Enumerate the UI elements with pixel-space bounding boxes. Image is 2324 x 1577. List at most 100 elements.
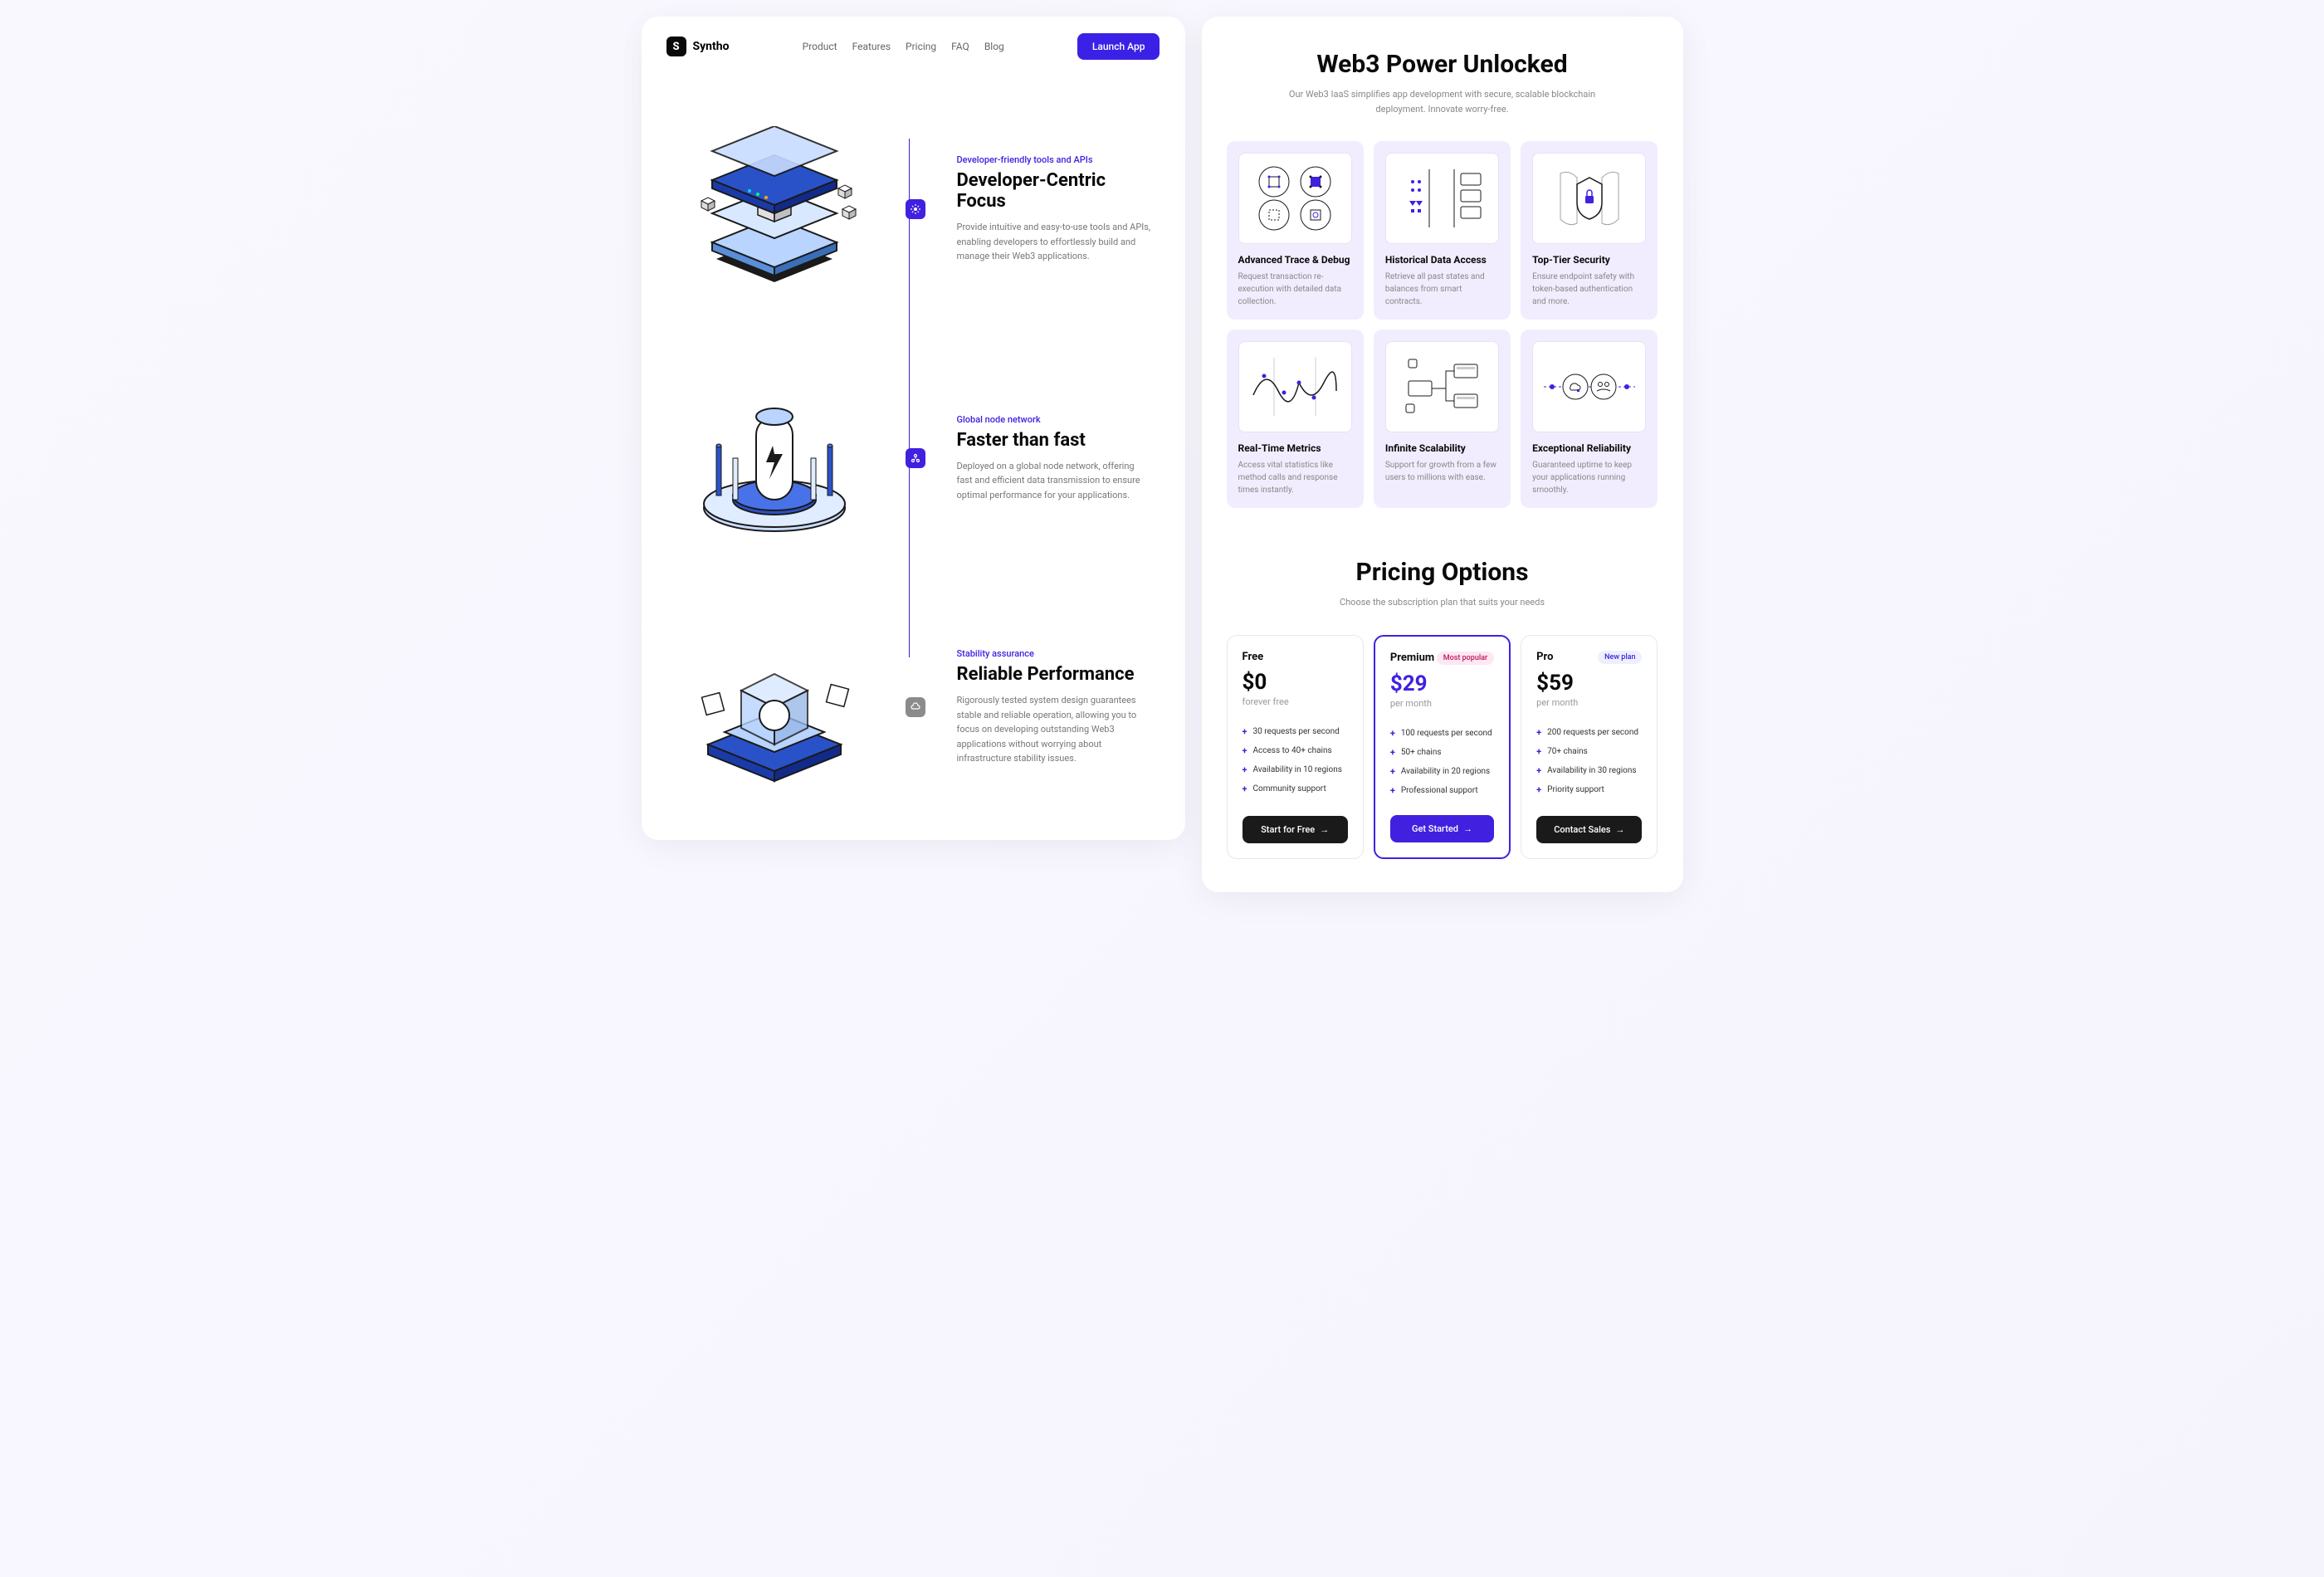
left-panel: S Syntho Product Features Pricing FAQ Bl… bbox=[642, 17, 1185, 840]
plus-icon: + bbox=[1536, 746, 1541, 757]
plus-icon: + bbox=[1243, 764, 1247, 775]
nav-link-faq[interactable]: FAQ bbox=[951, 41, 969, 52]
plan-name-pro: Pro bbox=[1536, 651, 1553, 663]
plus-icon: + bbox=[1243, 784, 1247, 794]
card-title-2: Historical Data Access bbox=[1385, 254, 1499, 266]
feature-row-3: Stability assurance Reliable Performance… bbox=[675, 624, 1152, 790]
timeline-node-1 bbox=[899, 199, 932, 219]
feature-illustration-cube bbox=[675, 624, 874, 790]
feature-desc-1: Provide intuitive and easy-to-use tools … bbox=[957, 220, 1152, 264]
nav-link-product[interactable]: Product bbox=[803, 41, 837, 52]
price-card-pro: Pro New plan $59 per month +200 requests… bbox=[1521, 635, 1658, 859]
brand-name: Syntho bbox=[693, 40, 730, 53]
plan-period-free: forever free bbox=[1243, 696, 1348, 707]
card-desc-3: Ensure endpoint safety with token-based … bbox=[1532, 271, 1646, 308]
badge-new: New plan bbox=[1598, 651, 1642, 664]
nav-link-features[interactable]: Features bbox=[852, 41, 891, 52]
pricing-grid: Free $0 forever free +30 requests per se… bbox=[1227, 635, 1658, 859]
plan-name-free: Free bbox=[1243, 651, 1264, 663]
plus-icon: + bbox=[1243, 726, 1247, 737]
plus-icon: + bbox=[1536, 727, 1541, 738]
plan-period-pro: per month bbox=[1536, 697, 1642, 708]
historical-illustration bbox=[1385, 153, 1499, 244]
power-title: Web3 Power Unlocked bbox=[1227, 50, 1658, 79]
cta-free[interactable]: Start for Free→ bbox=[1243, 816, 1348, 843]
arrow-icon: → bbox=[1320, 824, 1329, 835]
power-subtitle: Our Web3 IaaS simplifies app development… bbox=[1285, 87, 1600, 116]
card-metrics: Real-Time Metrics Access vital statistic… bbox=[1227, 330, 1364, 508]
card-title-1: Advanced Trace & Debug bbox=[1238, 254, 1352, 266]
plus-icon: + bbox=[1390, 747, 1395, 758]
card-desc-1: Request transaction re-execution with de… bbox=[1238, 271, 1352, 308]
brand-logo[interactable]: S Syntho bbox=[666, 37, 730, 56]
timeline-node-3 bbox=[899, 697, 932, 717]
plan-amount-pro: $59 bbox=[1536, 671, 1642, 696]
timeline-node-2 bbox=[899, 448, 932, 468]
plan-features-premium: +100 requests per second +50+ chains +Av… bbox=[1390, 724, 1494, 800]
pricing-title: Pricing Options bbox=[1227, 558, 1658, 587]
badge-popular: Most popular bbox=[1437, 652, 1494, 665]
feature-content-1: Developer-friendly tools and APIs Develo… bbox=[957, 154, 1152, 264]
feature-eyebrow-2: Global node network bbox=[957, 414, 1152, 425]
metrics-illustration bbox=[1238, 341, 1352, 432]
feature-title-3: Reliable Performance bbox=[957, 664, 1152, 685]
price-card-premium: Premium Most popular $29 per month +100 … bbox=[1374, 635, 1511, 859]
card-desc-2: Retrieve all past states and balances fr… bbox=[1385, 271, 1499, 308]
logo-icon: S bbox=[666, 37, 686, 56]
price-card-free: Free $0 forever free +30 requests per se… bbox=[1227, 635, 1364, 859]
plus-icon: + bbox=[1243, 745, 1247, 756]
top-nav: S Syntho Product Features Pricing FAQ Bl… bbox=[642, 17, 1185, 76]
cloud-icon bbox=[906, 697, 925, 717]
nodes-icon bbox=[906, 448, 925, 468]
card-desc-5: Support for growth from a few users to m… bbox=[1385, 459, 1499, 484]
plan-amount-premium: $29 bbox=[1390, 671, 1494, 696]
right-panel: Web3 Power Unlocked Our Web3 IaaS simpli… bbox=[1202, 17, 1683, 892]
feature-row-2: Global node network Faster than fast Dep… bbox=[675, 375, 1152, 541]
plus-icon: + bbox=[1390, 766, 1395, 777]
trace-illustration bbox=[1238, 153, 1352, 244]
feature-desc-3: Rigorously tested system design guarante… bbox=[957, 693, 1152, 766]
feature-eyebrow-3: Stability assurance bbox=[957, 648, 1152, 659]
feature-illustration-stack bbox=[675, 126, 874, 292]
feature-content-2: Global node network Faster than fast Dep… bbox=[957, 414, 1152, 503]
arrow-icon: → bbox=[1615, 824, 1624, 835]
card-desc-6: Guaranteed uptime to keep your applicati… bbox=[1532, 459, 1646, 496]
feature-desc-2: Deployed on a global node network, offer… bbox=[957, 459, 1152, 503]
pricing-subtitle: Choose the subscription plan that suits … bbox=[1285, 595, 1600, 610]
card-historical: Historical Data Access Retrieve all past… bbox=[1374, 141, 1511, 320]
features-section: Developer-friendly tools and APIs Develo… bbox=[642, 76, 1185, 840]
gear-icon bbox=[906, 199, 925, 219]
feature-title-2: Faster than fast bbox=[957, 430, 1152, 451]
plan-period-premium: per month bbox=[1390, 698, 1494, 709]
card-scalability: Infinite Scalability Support for growth … bbox=[1374, 330, 1511, 508]
card-trace-debug: Advanced Trace & Debug Request transacti… bbox=[1227, 141, 1364, 320]
card-title-6: Exceptional Reliability bbox=[1532, 442, 1646, 454]
card-reliability: Exceptional Reliability Guaranteed uptim… bbox=[1521, 330, 1658, 508]
cta-premium[interactable]: Get Started→ bbox=[1390, 815, 1494, 842]
card-title-4: Real-Time Metrics bbox=[1238, 442, 1352, 454]
card-title-5: Infinite Scalability bbox=[1385, 442, 1499, 454]
nav-links: Product Features Pricing FAQ Blog bbox=[803, 41, 1004, 52]
feature-content-3: Stability assurance Reliable Performance… bbox=[957, 648, 1152, 766]
security-illustration bbox=[1532, 153, 1646, 244]
card-security: Top-Tier Security Ensure endpoint safety… bbox=[1521, 141, 1658, 320]
plus-icon: + bbox=[1390, 785, 1395, 796]
plan-features-pro: +200 requests per second +70+ chains +Av… bbox=[1536, 723, 1642, 801]
reliability-illustration bbox=[1532, 341, 1646, 432]
feature-title-1: Developer-Centric Focus bbox=[957, 170, 1152, 212]
arrow-icon: → bbox=[1463, 823, 1472, 834]
plus-icon: + bbox=[1390, 728, 1395, 739]
plus-icon: + bbox=[1536, 765, 1541, 776]
cta-pro[interactable]: Contact Sales→ bbox=[1536, 816, 1642, 843]
feature-illustration-speed bbox=[675, 375, 874, 541]
feature-row-1: Developer-friendly tools and APIs Develo… bbox=[675, 126, 1152, 292]
nav-link-pricing[interactable]: Pricing bbox=[906, 41, 936, 52]
feature-eyebrow-1: Developer-friendly tools and APIs bbox=[957, 154, 1152, 165]
plan-features-free: +30 requests per second +Access to 40+ c… bbox=[1243, 722, 1348, 801]
plus-icon: + bbox=[1536, 784, 1541, 795]
card-desc-4: Access vital statistics like method call… bbox=[1238, 459, 1352, 496]
nav-link-blog[interactable]: Blog bbox=[984, 41, 1004, 52]
launch-app-button[interactable]: Launch App bbox=[1077, 33, 1160, 60]
feature-cards-grid: Advanced Trace & Debug Request transacti… bbox=[1227, 141, 1658, 508]
scalability-illustration bbox=[1385, 341, 1499, 432]
